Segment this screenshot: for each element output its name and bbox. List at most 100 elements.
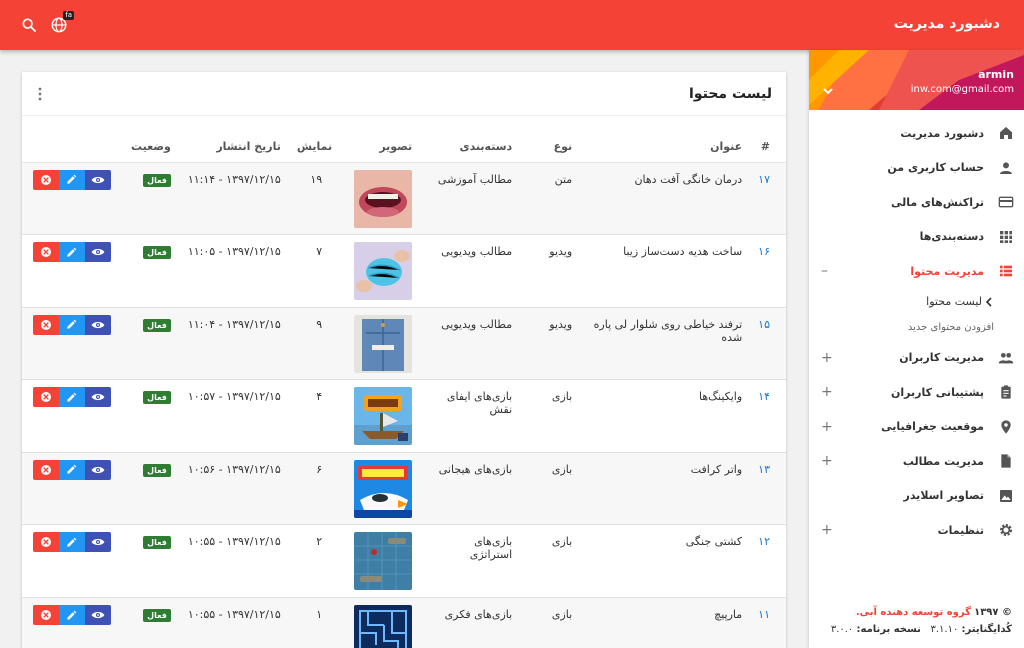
row-title: ترفند خیاطی روی شلوار لی پاره شده <box>593 317 743 344</box>
delete-button[interactable] <box>32 169 59 190</box>
table-row[interactable]: ۱۶ ساخت هدیه دست‌ساز زیبا ویدیو مطالب وی… <box>22 235 786 308</box>
view-button[interactable] <box>84 605 111 626</box>
delete-button[interactable] <box>32 242 59 263</box>
expand-icon[interactable]: + <box>821 454 833 468</box>
sidebar-item-label: دشبورد مدیریت <box>900 126 984 140</box>
app-version-label: نسخه برنامه: <box>856 624 921 635</box>
row-actions <box>30 169 111 190</box>
sidebar-subitem-0[interactable]: لیست محتوا <box>809 289 1024 315</box>
sidebar-item-document[interactable]: مدیریت مطالب + <box>809 444 1024 479</box>
view-button[interactable] <box>84 387 111 408</box>
sidebar-item-settings[interactable]: تنظیمات + <box>809 513 1024 548</box>
sidebar-item-location-pin[interactable]: موقعیت جغرافیایی + <box>809 410 1024 445</box>
view-button[interactable] <box>84 169 111 190</box>
delete-button[interactable] <box>32 314 59 335</box>
col-title[interactable]: عنوان <box>580 132 751 163</box>
col-date[interactable]: تاریخ انتشار <box>178 132 289 163</box>
delete-button[interactable] <box>32 459 59 480</box>
language-icon[interactable]: fa <box>48 11 74 36</box>
pencil-icon <box>67 247 77 257</box>
view-button[interactable] <box>84 242 111 263</box>
sidebar-subitem-label: لیست محتوا <box>926 295 982 308</box>
status-badge: فعال <box>143 463 171 477</box>
col-category[interactable]: دسته‌بندی <box>420 132 521 163</box>
row-date: ۱۳۹۷/۱۲/۱۵ - ۱۱:۰۵ <box>187 245 281 259</box>
delete-button[interactable] <box>32 387 59 408</box>
table-row[interactable]: ۱۱ مارپیچ بازی بازی‌های فکری ۱ ۱۳۹۷/۱۲/۱… <box>22 597 786 648</box>
col-views[interactable]: نمایش <box>288 132 341 163</box>
company-link[interactable]: گروه توسعه دهنده آبی. <box>856 607 971 618</box>
row-actions <box>30 314 111 335</box>
view-button[interactable] <box>84 459 111 480</box>
view-button[interactable] <box>84 532 111 553</box>
edit-button[interactable] <box>58 532 85 553</box>
more-options-icon[interactable] <box>34 86 46 102</box>
row-thumbnail <box>354 314 413 373</box>
image-icon <box>1000 489 1012 502</box>
row-number: ۱۶ <box>758 245 770 259</box>
row-date: ۱۳۹۷/۱۲/۱۵ - ۱۱:۱۴ <box>187 172 281 186</box>
app-title[interactable]: دشبورد مدیریت <box>894 16 1000 32</box>
sidebar-subitem-1[interactable]: افزودن محتوای جدید <box>809 315 1024 341</box>
pencil-icon <box>67 392 77 402</box>
col-type[interactable]: نوع <box>520 132 581 163</box>
sidebar-item-label: مدیریت کاربران <box>899 351 984 365</box>
sidebar-item-label: مدیریت مطالب <box>902 454 984 468</box>
row-number: ۱۱ <box>758 608 770 622</box>
sidebar-item-credit-card[interactable]: تراکنش‌های مالی <box>809 185 1024 220</box>
view-button[interactable] <box>84 314 111 335</box>
edit-button[interactable] <box>58 242 85 263</box>
edit-button[interactable] <box>58 314 85 335</box>
table-row[interactable]: ۱۲ کشتی جنگی بازی بازی‌های استراتژی ۲ ۱۳… <box>22 525 786 598</box>
eye-icon <box>91 321 105 328</box>
home-icon <box>1000 127 1012 139</box>
edit-button[interactable] <box>58 387 85 408</box>
edit-button[interactable] <box>58 459 85 480</box>
row-views: ۲ <box>316 535 323 549</box>
sidebar: armin inw.com@gmail.com دشبورد مدیریت حس… <box>809 50 1024 648</box>
expand-icon[interactable]: + <box>821 420 833 434</box>
person-icon <box>1000 161 1012 174</box>
sidebar-item-person[interactable]: حساب کاربری من <box>809 151 1024 186</box>
row-category: بازی‌های ایفای نقش <box>446 390 513 417</box>
row-category: بازی‌های فکری <box>444 608 513 622</box>
row-type: بازی <box>551 608 573 622</box>
table-row[interactable]: ۱۳ واتر کرافت بازی بازی‌های هیجانی ۶ ۱۳۹… <box>22 452 786 525</box>
codeigniter-label: کُدایگنایتر: <box>961 624 1012 635</box>
search-icon[interactable] <box>18 14 40 36</box>
delete-button[interactable] <box>32 532 59 553</box>
edit-button[interactable] <box>58 605 85 626</box>
sidebar-item-home[interactable]: دشبورد مدیریت <box>809 116 1024 151</box>
col-actions <box>22 132 119 163</box>
table-row[interactable]: ۱۷ درمان خانگی آفت دهان متن مطالب آموزشی… <box>22 162 786 235</box>
sidebar-item-label: دسته‌بندی‌ها <box>919 230 984 244</box>
sidebar-item-people[interactable]: مدیریت کاربران + <box>809 341 1024 376</box>
row-date: ۱۳۹۷/۱۲/۱۵ - ۱۰:۵۶ <box>187 462 281 476</box>
status-badge: فعال <box>143 609 171 623</box>
row-title: ساخت هدیه دست‌ساز زیبا <box>623 245 743 259</box>
sidebar-item-list[interactable]: مدیریت محتوا – <box>809 254 1024 289</box>
chevron-down-icon[interactable] <box>821 84 835 98</box>
expand-icon[interactable]: + <box>821 385 833 399</box>
collapse-icon[interactable]: – <box>821 264 828 278</box>
sidebar-item-clipboard[interactable]: پشتیبانی کاربران + <box>809 375 1024 410</box>
status-badge: فعال <box>143 391 171 405</box>
table-row[interactable]: ۱۴ وایکینگ‌ها بازی بازی‌های ایفای نقش ۴ … <box>22 380 786 453</box>
sidebar-item-label: موقعیت جغرافیایی <box>881 420 984 434</box>
close-circle-icon <box>40 247 51 258</box>
copyright-text: © ۱۳۹۷ <box>974 607 1012 618</box>
expand-icon[interactable]: + <box>821 523 833 537</box>
sidebar-item-image[interactable]: تصاویر اسلایدر <box>809 479 1024 514</box>
col-status[interactable]: وضعیت <box>118 132 179 163</box>
sidebar-item-apps-grid[interactable]: دسته‌بندی‌ها <box>809 220 1024 255</box>
row-date: ۱۳۹۷/۱۲/۱۵ - ۱۰:۵۷ <box>187 390 281 404</box>
row-views: ۴ <box>316 390 323 404</box>
edit-button[interactable] <box>58 169 85 190</box>
col-number[interactable]: # <box>750 132 786 163</box>
row-thumbnail <box>354 532 413 591</box>
row-thumbnail <box>354 169 413 228</box>
table-row[interactable]: ۱۵ ترفند خیاطی روی شلوار لی پاره شده وید… <box>22 307 786 380</box>
delete-button[interactable] <box>32 605 59 626</box>
location-pin-icon <box>1001 419 1011 434</box>
expand-icon[interactable]: + <box>821 351 833 365</box>
